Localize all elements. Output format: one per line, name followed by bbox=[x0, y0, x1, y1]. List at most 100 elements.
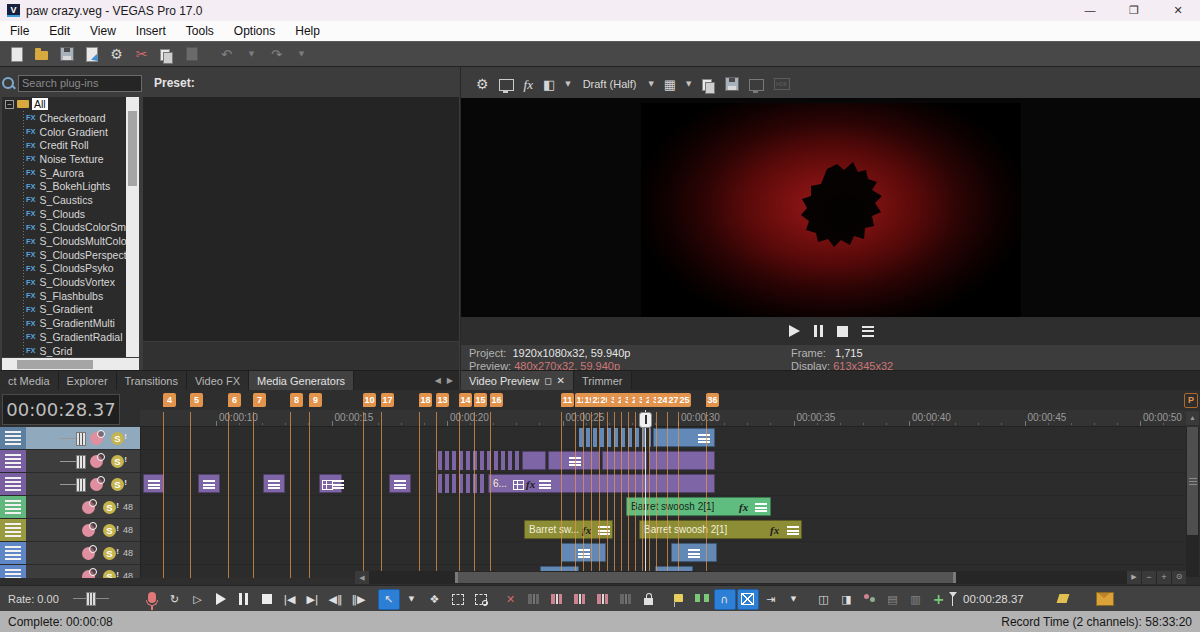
plugin-item-checkerboard[interactable]: FXCheckerboard bbox=[2, 111, 126, 125]
track-composite-slider[interactable] bbox=[60, 484, 82, 485]
menu-edit[interactable]: Edit bbox=[39, 24, 80, 38]
timeline-marker-9[interactable]: 9 bbox=[309, 393, 322, 407]
zoom-edit-tool-button[interactable] bbox=[470, 589, 492, 610]
track-solo-button[interactable]: S bbox=[103, 524, 116, 537]
track-composite-slider[interactable] bbox=[60, 461, 82, 462]
event-fx-icon[interactable]: fx bbox=[526, 480, 535, 489]
timeline-hscroll-thumb[interactable] bbox=[455, 572, 956, 583]
timeline-marker-11[interactable]: 11 bbox=[561, 393, 574, 407]
clip[interactable] bbox=[522, 451, 546, 470]
plugin-item-credit-roll[interactable]: FXCredit Roll bbox=[2, 138, 126, 152]
minimize-button[interactable]: — bbox=[1068, 0, 1112, 21]
tree-hscroll-thumb[interactable] bbox=[17, 360, 93, 369]
timeline-marker-13[interactable]: 13 bbox=[436, 393, 449, 407]
track-mute-button[interactable] bbox=[90, 455, 103, 468]
menu-options[interactable]: Options bbox=[224, 24, 285, 38]
timeline-vscroll-thumb[interactable] bbox=[1187, 427, 1198, 535]
timeline-marker-17[interactable]: 17 bbox=[381, 393, 394, 407]
track-grip[interactable] bbox=[0, 519, 26, 541]
grid-overlay-button[interactable]: ▦ bbox=[659, 73, 681, 95]
clip[interactable] bbox=[579, 428, 651, 447]
play-from-start-button[interactable]: ▷ bbox=[187, 589, 209, 610]
timeline-p-button[interactable]: P bbox=[1184, 393, 1198, 408]
track-mute-button[interactable] bbox=[82, 501, 95, 514]
plugin-item-s-cloudsperspectiv[interactable]: FXS_CloudsPerspectiv bbox=[2, 248, 126, 262]
zoom-tool-button[interactable]: ⊙ bbox=[1172, 571, 1186, 584]
open-project-button[interactable] bbox=[29, 43, 54, 65]
timeline-marker-8[interactable]: 8 bbox=[290, 393, 303, 407]
render-as-button[interactable] bbox=[79, 43, 104, 65]
timeline-horizontal-scrollbar[interactable]: ◀ ▶ − + ⊙ bbox=[355, 571, 1186, 584]
normal-edit-tool-button[interactable]: ↖ bbox=[378, 589, 400, 610]
menu-help[interactable]: Help bbox=[285, 24, 330, 38]
clip[interactable]: Barret swoosh 2[1]fx bbox=[639, 520, 802, 539]
plugin-item-color-gradient[interactable]: FXColor Gradient bbox=[2, 125, 126, 139]
insert-marker-button[interactable] bbox=[668, 589, 690, 610]
clip[interactable] bbox=[263, 474, 285, 493]
envelope-edit-tool-button[interactable]: ❖ bbox=[424, 589, 446, 610]
save-project-button[interactable] bbox=[54, 43, 79, 65]
plugin-item-s-gradientmulti[interactable]: FXS_GradientMulti bbox=[2, 316, 126, 330]
clip-hamburger-icon[interactable] bbox=[148, 480, 160, 489]
copy-button[interactable] bbox=[154, 43, 179, 65]
playhead-cursor[interactable] bbox=[639, 412, 652, 428]
timeline-marker-10[interactable]: 10 bbox=[363, 393, 376, 407]
clip[interactable] bbox=[143, 474, 164, 493]
loop-playback-button[interactable]: ↻ bbox=[164, 589, 186, 610]
plugin-item-s-gradientradial[interactable]: FXS_GradientRadial bbox=[2, 330, 126, 344]
timeline-marker-25[interactable]: 25 bbox=[678, 393, 691, 407]
clip[interactable] bbox=[198, 474, 220, 493]
selection-edit-tool-button[interactable] bbox=[447, 589, 469, 610]
restore-button[interactable]: ❐ bbox=[1112, 0, 1156, 21]
track-grip[interactable] bbox=[0, 565, 26, 578]
track-mute-button[interactable] bbox=[90, 432, 103, 445]
split-screen-dropdown[interactable]: ▼ bbox=[560, 73, 575, 95]
split-screen-button[interactable]: ◧ bbox=[538, 73, 560, 95]
track-content-3[interactable]: 6...fx bbox=[140, 473, 1187, 496]
clip[interactable] bbox=[438, 474, 486, 493]
timeline-marker-36[interactable]: 36 bbox=[706, 393, 719, 407]
plugin-item-s-cloudsvortex[interactable]: FXS_CloudsVortex bbox=[2, 275, 126, 289]
tab-media-generators[interactable]: Media Generators bbox=[249, 371, 354, 390]
new-project-button[interactable] bbox=[4, 43, 29, 65]
track-header-5[interactable]: S48 bbox=[0, 519, 140, 542]
track-solo-button[interactable]: S bbox=[111, 432, 124, 445]
timeline-marker-16[interactable]: 16 bbox=[490, 393, 503, 407]
pause-button[interactable] bbox=[233, 589, 255, 610]
play-button[interactable] bbox=[210, 589, 232, 610]
cut-button[interactable]: ✂ bbox=[129, 43, 154, 65]
clip[interactable]: Barret swoosh 2[1]fx bbox=[626, 497, 771, 516]
track-content-5[interactable]: Barret sw...fxBarret swoosh 2[1]fx bbox=[140, 519, 1187, 542]
clip-hamburger-icon[interactable] bbox=[787, 526, 799, 535]
track-grip[interactable] bbox=[0, 496, 26, 518]
record-button[interactable] bbox=[141, 589, 163, 610]
track-grip[interactable] bbox=[0, 473, 26, 495]
track-mute-button[interactable] bbox=[82, 547, 95, 560]
tab-video-fx[interactable]: Video FX bbox=[187, 371, 249, 390]
trim-end-button[interactable] bbox=[569, 589, 591, 610]
track-content-2[interactable] bbox=[140, 450, 1187, 473]
track-solo-button[interactable]: S bbox=[111, 455, 124, 468]
clip[interactable] bbox=[319, 474, 342, 493]
close-button[interactable]: ✕ bbox=[1156, 0, 1200, 21]
add-track-button[interactable]: + bbox=[928, 589, 950, 610]
track-header-3[interactable]: S bbox=[0, 473, 140, 496]
event-pan-crop-icon[interactable] bbox=[513, 480, 524, 490]
trim-start-button[interactable] bbox=[546, 589, 568, 610]
track-content-6[interactable] bbox=[140, 542, 1187, 565]
insert-region-button[interactable] bbox=[691, 589, 713, 610]
clip-hamburger-icon[interactable] bbox=[394, 480, 406, 489]
plugin-item-s-cloudscolorsmo[interactable]: FXS_CloudsColorSmo bbox=[2, 221, 126, 235]
ignore-event-grouping-button[interactable]: ◫ bbox=[813, 589, 835, 610]
clip[interactable] bbox=[438, 451, 520, 470]
track-content-4[interactable]: Barret swoosh 2[1]fx bbox=[140, 496, 1187, 519]
track-motion-button[interactable]: ◨ bbox=[836, 589, 858, 610]
track-header-6[interactable]: S48 bbox=[0, 542, 140, 565]
zoom-in-button[interactable]: + bbox=[1157, 571, 1171, 584]
scroll-left-button[interactable]: ◀ bbox=[355, 571, 369, 584]
plugin-item-s-bokehlights[interactable]: FXS_BokehLights bbox=[2, 179, 126, 193]
tab-ct-media[interactable]: ct Media bbox=[0, 371, 59, 390]
preview-play-button[interactable] bbox=[789, 325, 800, 337]
preview-quality-select[interactable]: Draft (Half) bbox=[576, 73, 644, 95]
tab-trimmer[interactable]: Trimmer bbox=[574, 371, 632, 390]
